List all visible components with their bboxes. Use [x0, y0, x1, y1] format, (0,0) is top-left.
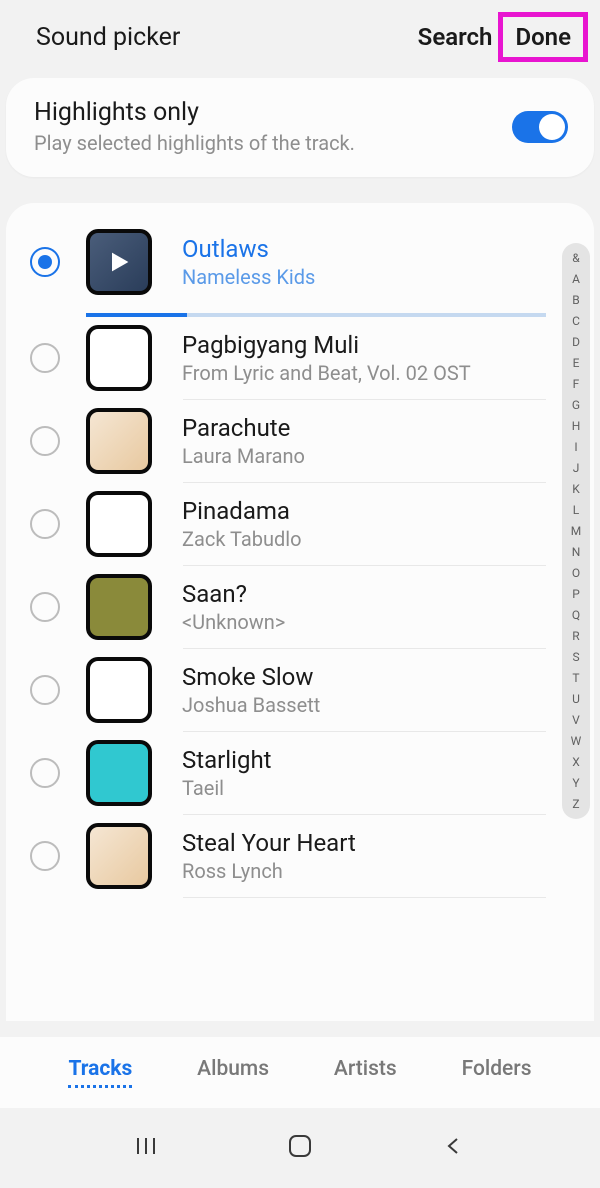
tab-tracks[interactable]: Tracks [68, 1057, 132, 1088]
track-title: Saan? [182, 580, 594, 608]
album-art-icon [86, 229, 152, 295]
track-row[interactable]: StarlightTaeil [6, 732, 594, 814]
track-info: PinadamaZack Tabudlo [182, 497, 594, 551]
track-row[interactable]: Steal Your HeartRoss Lynch [6, 815, 594, 897]
search-button[interactable]: Search [418, 23, 493, 51]
track-info: Pagbigyang MuliFrom Lyric and Beat, Vol.… [182, 331, 594, 385]
alpha-letter[interactable]: V [572, 713, 580, 727]
track-artist: Joshua Bassett [182, 693, 594, 717]
track-info: OutlawsNameless Kids [182, 235, 594, 289]
album-art-icon [86, 740, 152, 806]
back-button[interactable] [442, 1134, 466, 1162]
tab-artists[interactable]: Artists [334, 1057, 397, 1088]
track-row[interactable]: PinadamaZack Tabudlo [6, 483, 594, 565]
alpha-letter[interactable]: Z [572, 797, 579, 811]
alpha-letter[interactable]: C [572, 314, 580, 328]
track-title: Steal Your Heart [182, 829, 594, 857]
alpha-letter[interactable]: T [572, 671, 579, 685]
track-radio[interactable] [30, 758, 60, 788]
alpha-letter[interactable]: M [571, 524, 581, 538]
divider [183, 897, 546, 898]
recent-apps-button[interactable] [134, 1134, 158, 1162]
alpha-letter[interactable]: U [572, 692, 580, 706]
album-art-icon [86, 491, 152, 557]
track-title: Smoke Slow [182, 663, 594, 691]
track-row[interactable]: Pagbigyang MuliFrom Lyric and Beat, Vol.… [6, 317, 594, 399]
track-title: Starlight [182, 746, 594, 774]
alpha-letter[interactable]: N [572, 545, 581, 559]
album-art-icon [86, 823, 152, 889]
track-title: Pagbigyang Muli [182, 331, 594, 359]
track-radio[interactable] [30, 509, 60, 539]
header-actions: Search Done [418, 18, 576, 56]
tab-folders[interactable]: Folders [462, 1057, 532, 1088]
highlights-text: Highlights only Play selected highlights… [34, 98, 355, 155]
system-navbar [0, 1108, 600, 1188]
track-radio[interactable] [30, 343, 60, 373]
album-art-icon [86, 574, 152, 640]
home-button[interactable] [287, 1133, 313, 1163]
highlights-card: Highlights only Play selected highlights… [6, 78, 594, 177]
alpha-letter[interactable]: B [572, 293, 579, 307]
track-title: Outlaws [182, 235, 594, 263]
alpha-letter[interactable]: D [572, 335, 580, 349]
track-info: Saan?<Unknown> [182, 580, 594, 634]
highlights-subtitle: Play selected highlights of the track. [34, 131, 355, 155]
track-row[interactable]: Saan?<Unknown> [6, 566, 594, 648]
track-artist: Zack Tabudlo [182, 527, 594, 551]
bottom-tabs: Tracks Albums Artists Folders [0, 1037, 600, 1108]
track-row[interactable]: Smoke SlowJoshua Bassett [6, 649, 594, 731]
track-row[interactable]: ParachuteLaura Marano [6, 400, 594, 482]
track-title: Parachute [182, 414, 594, 442]
tab-albums[interactable]: Albums [197, 1057, 269, 1088]
highlights-title: Highlights only [34, 98, 355, 127]
alpha-letter[interactable]: J [573, 461, 580, 475]
track-artist: Laura Marano [182, 444, 594, 468]
track-title: Pinadama [182, 497, 594, 525]
track-radio[interactable] [30, 247, 60, 277]
header: Sound picker Search Done [0, 0, 600, 78]
track-artist: Ross Lynch [182, 859, 594, 883]
highlights-toggle[interactable] [512, 111, 568, 143]
alpha-letter[interactable]: O [572, 566, 580, 580]
track-artist: <Unknown> [182, 610, 594, 634]
alpha-letter[interactable]: Y [572, 776, 579, 790]
alpha-letter[interactable]: X [572, 755, 580, 769]
track-artist: From Lyric and Beat, Vol. 02 OST [182, 361, 594, 385]
alpha-letter[interactable]: R [572, 629, 579, 643]
album-art-icon [86, 657, 152, 723]
track-info: Steal Your HeartRoss Lynch [182, 829, 594, 883]
track-info: ParachuteLaura Marano [182, 414, 594, 468]
track-radio[interactable] [30, 675, 60, 705]
album-art-icon [86, 408, 152, 474]
track-radio[interactable] [30, 426, 60, 456]
page-title: Sound picker [36, 23, 180, 52]
track-artist: Nameless Kids [182, 265, 594, 289]
alpha-letter[interactable]: P [572, 587, 580, 601]
alpha-letter[interactable]: A [572, 272, 580, 286]
album-art-icon [86, 325, 152, 391]
alpha-letter[interactable]: G [572, 398, 580, 412]
alpha-letter[interactable]: E [573, 356, 580, 370]
tracks-list: OutlawsNameless Kids Pagbigyang MuliFrom … [6, 203, 594, 1021]
alpha-letter[interactable]: Q [572, 608, 580, 622]
alpha-letter[interactable]: L [573, 503, 579, 517]
alpha-letter[interactable]: F [573, 377, 580, 391]
track-artist: Taeil [182, 776, 594, 800]
track-info: Smoke SlowJoshua Bassett [182, 663, 594, 717]
alpha-letter[interactable]: I [574, 440, 577, 454]
track-row[interactable]: OutlawsNameless Kids [6, 221, 594, 303]
alpha-letter[interactable]: & [572, 251, 579, 265]
track-radio[interactable] [30, 841, 60, 871]
done-button[interactable]: Done [498, 12, 588, 62]
alpha-index[interactable]: & ABCDEFGHIJKLMNOPQRSTUVWXYZ [562, 243, 590, 819]
alpha-letter[interactable]: W [571, 734, 582, 748]
alpha-letter[interactable]: S [572, 650, 579, 664]
alpha-letter[interactable]: H [572, 419, 581, 433]
track-info: StarlightTaeil [182, 746, 594, 800]
track-radio[interactable] [30, 592, 60, 622]
alpha-letter[interactable]: K [572, 482, 580, 496]
